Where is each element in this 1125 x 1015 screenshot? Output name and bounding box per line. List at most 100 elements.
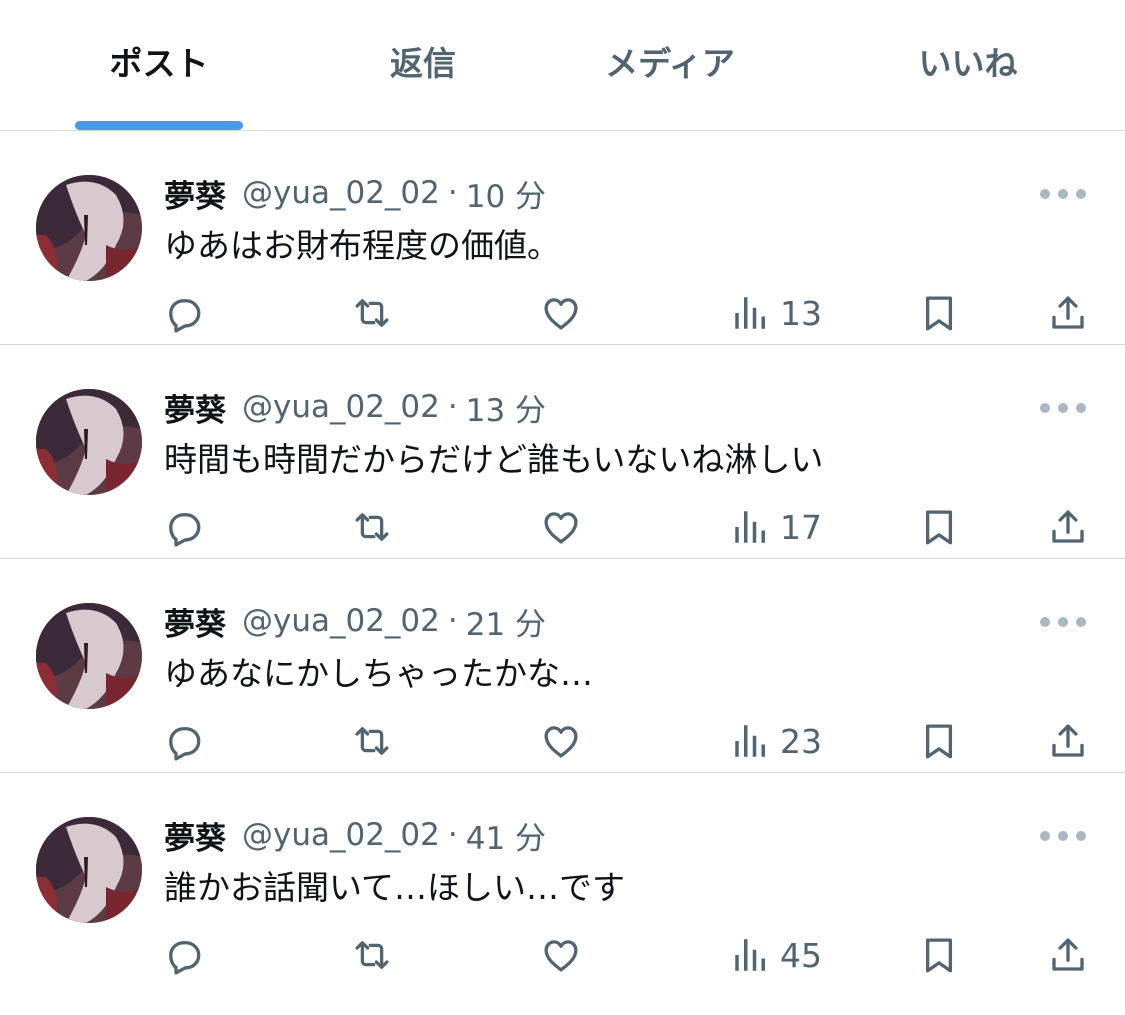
view-count: 17 [780, 507, 822, 547]
tab-likes-label: いいね [918, 44, 1018, 83]
post-timestamp[interactable]: 13 分 [466, 385, 546, 430]
repost-arrows-icon [355, 941, 389, 969]
bar-chart-icon [735, 511, 765, 543]
post[interactable]: 夢葵 @yua_02_02 · 13 分 時間も時間だからだけど誰もいないね淋し… [0, 345, 1125, 559]
display-name[interactable]: 夢葵 [164, 385, 226, 430]
share-button[interactable] [1047, 505, 1089, 549]
post-actions: 17 [0, 505, 1125, 549]
share-upload-icon [1052, 510, 1084, 543]
reply-button[interactable] [162, 719, 204, 763]
bookmark-icon [925, 938, 953, 973]
like-button[interactable] [540, 933, 582, 977]
separator-dot: · [447, 389, 458, 425]
post-text: ゆあはお財布程度の価値。 [164, 226, 560, 265]
bookmark-button[interactable] [918, 719, 960, 763]
post-header: 夢葵 @yua_02_02 · 41 分 [164, 813, 546, 858]
views-button[interactable]: 17 [730, 505, 822, 549]
views-button[interactable]: 45 [730, 933, 822, 977]
post-text: ゆあなにかしちゃったかな… [164, 654, 593, 693]
post-actions: 45 [0, 933, 1125, 977]
bookmark-icon [925, 724, 953, 759]
display-name[interactable]: 夢葵 [164, 813, 226, 858]
post-timestamp[interactable]: 41 分 [466, 813, 546, 858]
repost-button[interactable] [351, 933, 393, 977]
post-header: 夢葵 @yua_02_02 · 13 分 [164, 385, 546, 430]
share-upload-icon [1052, 724, 1084, 757]
repost-arrows-icon [355, 727, 389, 755]
post-timestamp[interactable]: 10 分 [466, 171, 546, 216]
avatar-image [36, 817, 142, 923]
avatar-image [36, 175, 142, 281]
avatar[interactable] [36, 175, 142, 281]
post[interactable]: 夢葵 @yua_02_02 · 10 分 ゆあはお財布程度の価値。 13 [0, 131, 1125, 345]
more-options-icon[interactable] [1040, 823, 1086, 849]
reply-button[interactable] [162, 505, 204, 549]
bookmark-button[interactable] [918, 505, 960, 549]
speech-bubble-icon [169, 941, 201, 975]
post-header: 夢葵 @yua_02_02 · 10 分 [164, 171, 546, 216]
avatar-image [36, 603, 142, 709]
repost-arrows-icon [355, 299, 389, 327]
post-text: 時間も時間だからだけど誰もいないね淋しい [164, 440, 824, 479]
tab-replies[interactable]: 返信 [363, 0, 483, 130]
views-button[interactable]: 23 [730, 719, 822, 763]
reply-button[interactable] [162, 291, 204, 335]
bar-chart-icon [735, 725, 765, 757]
separator-dot: · [447, 603, 458, 639]
bookmark-icon [925, 296, 953, 331]
speech-bubble-icon [169, 513, 201, 547]
bar-chart-icon [735, 297, 765, 329]
display-name[interactable]: 夢葵 [164, 599, 226, 644]
speech-bubble-icon [169, 727, 201, 761]
tab-replies-label: 返信 [390, 44, 456, 83]
bookmark-button[interactable] [918, 291, 960, 335]
bookmark-button[interactable] [918, 933, 960, 977]
separator-dot: · [447, 175, 458, 211]
avatar[interactable] [36, 603, 142, 709]
heart-icon [544, 512, 578, 544]
user-handle[interactable]: @yua_02_02 [242, 175, 440, 211]
like-button[interactable] [540, 505, 582, 549]
post-actions: 13 [0, 291, 1125, 335]
active-tab-indicator [75, 121, 243, 130]
post-header: 夢葵 @yua_02_02 · 21 分 [164, 599, 546, 644]
tab-media-label: メディア [605, 44, 735, 83]
user-handle[interactable]: @yua_02_02 [242, 389, 440, 425]
like-button[interactable] [540, 719, 582, 763]
post-feed: 夢葵 @yua_02_02 · 10 分 ゆあはお財布程度の価値。 13 夢葵 … [0, 131, 1125, 986]
avatar[interactable] [36, 389, 142, 495]
reply-button[interactable] [162, 933, 204, 977]
more-options-icon[interactable] [1040, 609, 1086, 635]
separator-dot: · [447, 817, 458, 853]
display-name[interactable]: 夢葵 [164, 171, 226, 216]
heart-icon [544, 298, 578, 330]
avatar[interactable] [36, 817, 142, 923]
repost-button[interactable] [351, 505, 393, 549]
more-options-icon[interactable] [1040, 395, 1086, 421]
post[interactable]: 夢葵 @yua_02_02 · 41 分 誰かお話聞いて…ほしい…です 45 [0, 773, 1125, 986]
avatar-image [36, 389, 142, 495]
share-upload-icon [1052, 296, 1084, 329]
bookmark-icon [925, 510, 953, 545]
post-timestamp[interactable]: 21 分 [466, 599, 546, 644]
bar-chart-icon [735, 939, 765, 971]
heart-icon [544, 726, 578, 758]
repost-button[interactable] [351, 719, 393, 763]
post[interactable]: 夢葵 @yua_02_02 · 21 分 ゆあなにかしちゃったかな… 23 [0, 559, 1125, 773]
repost-button[interactable] [351, 291, 393, 335]
share-button[interactable] [1047, 291, 1089, 335]
tab-likes[interactable]: いいね [903, 0, 1033, 130]
user-handle[interactable]: @yua_02_02 [242, 817, 440, 853]
views-button[interactable]: 13 [730, 291, 822, 335]
share-button[interactable] [1047, 933, 1089, 977]
speech-bubble-icon [169, 299, 201, 333]
tab-posts[interactable]: ポスト [75, 0, 243, 130]
share-button[interactable] [1047, 719, 1089, 763]
tab-media[interactable]: メディア [590, 0, 750, 130]
more-options-icon[interactable] [1040, 181, 1086, 207]
view-count: 13 [780, 293, 822, 333]
repost-arrows-icon [355, 513, 389, 541]
like-button[interactable] [540, 291, 582, 335]
user-handle[interactable]: @yua_02_02 [242, 603, 440, 639]
post-actions: 23 [0, 719, 1125, 763]
